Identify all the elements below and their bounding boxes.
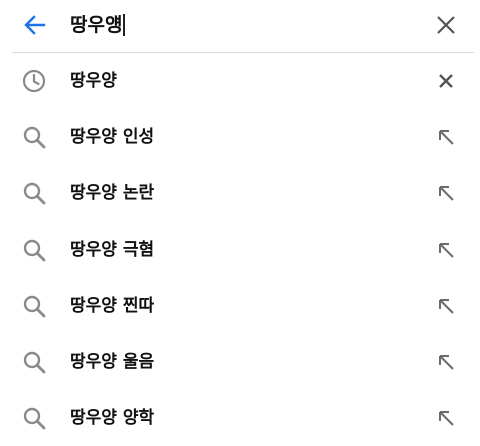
text-cursor <box>123 13 126 36</box>
fill-query-arrow-icon[interactable] <box>434 294 458 318</box>
search-input[interactable]: 땅우얭 <box>70 10 126 40</box>
search-icon <box>21 237 47 263</box>
suggestion-label: 땅우양 울음 <box>70 351 155 372</box>
fill-query-arrow-icon[interactable] <box>434 181 458 205</box>
suggestion-item[interactable]: 땅우양 찐따 <box>0 278 480 334</box>
search-icon <box>21 180 47 206</box>
fill-query-arrow-icon[interactable] <box>434 238 458 262</box>
search-icon <box>21 293 47 319</box>
history-item-label: 땅우양 <box>70 71 117 91</box>
suggestion-label: 땅우양 논란 <box>70 183 155 204</box>
suggestion-label: 땅우양 극혐 <box>70 239 155 260</box>
fill-query-arrow-icon[interactable] <box>434 350 458 374</box>
fill-query-arrow-icon[interactable] <box>434 406 458 430</box>
suggestion-label: 땅우양 인성 <box>70 127 155 148</box>
back-arrow-icon[interactable] <box>22 12 48 38</box>
suggestion-list: 땅우양 땅우양 인성 땅우양 논란 땅우양 극혐 땅우양 찐따 땅우양 울음 땅… <box>0 53 480 446</box>
fill-query-arrow-icon[interactable] <box>434 125 458 149</box>
search-icon <box>21 349 47 375</box>
suggestion-item[interactable]: 땅우양 논란 <box>0 165 480 221</box>
clear-search-icon[interactable] <box>434 13 458 37</box>
search-icon <box>21 405 47 431</box>
history-item[interactable]: 땅우양 <box>0 53 480 109</box>
remove-history-icon[interactable] <box>434 69 458 93</box>
suggestion-item[interactable]: 땅우양 인성 <box>0 109 480 165</box>
suggestion-item[interactable]: 땅우양 울음 <box>0 334 480 390</box>
suggestion-label: 땅우양 양학 <box>70 408 155 429</box>
suggestion-item[interactable]: 땅우양 극혐 <box>0 222 480 278</box>
search-bar: 땅우얭 <box>0 0 480 52</box>
suggestion-label: 땅우양 찐따 <box>70 295 155 316</box>
suggestion-item[interactable]: 땅우양 양학 <box>0 390 480 446</box>
search-icon <box>21 124 47 150</box>
search-query-text: 땅우얭 <box>70 14 123 36</box>
history-clock-icon <box>21 68 47 94</box>
